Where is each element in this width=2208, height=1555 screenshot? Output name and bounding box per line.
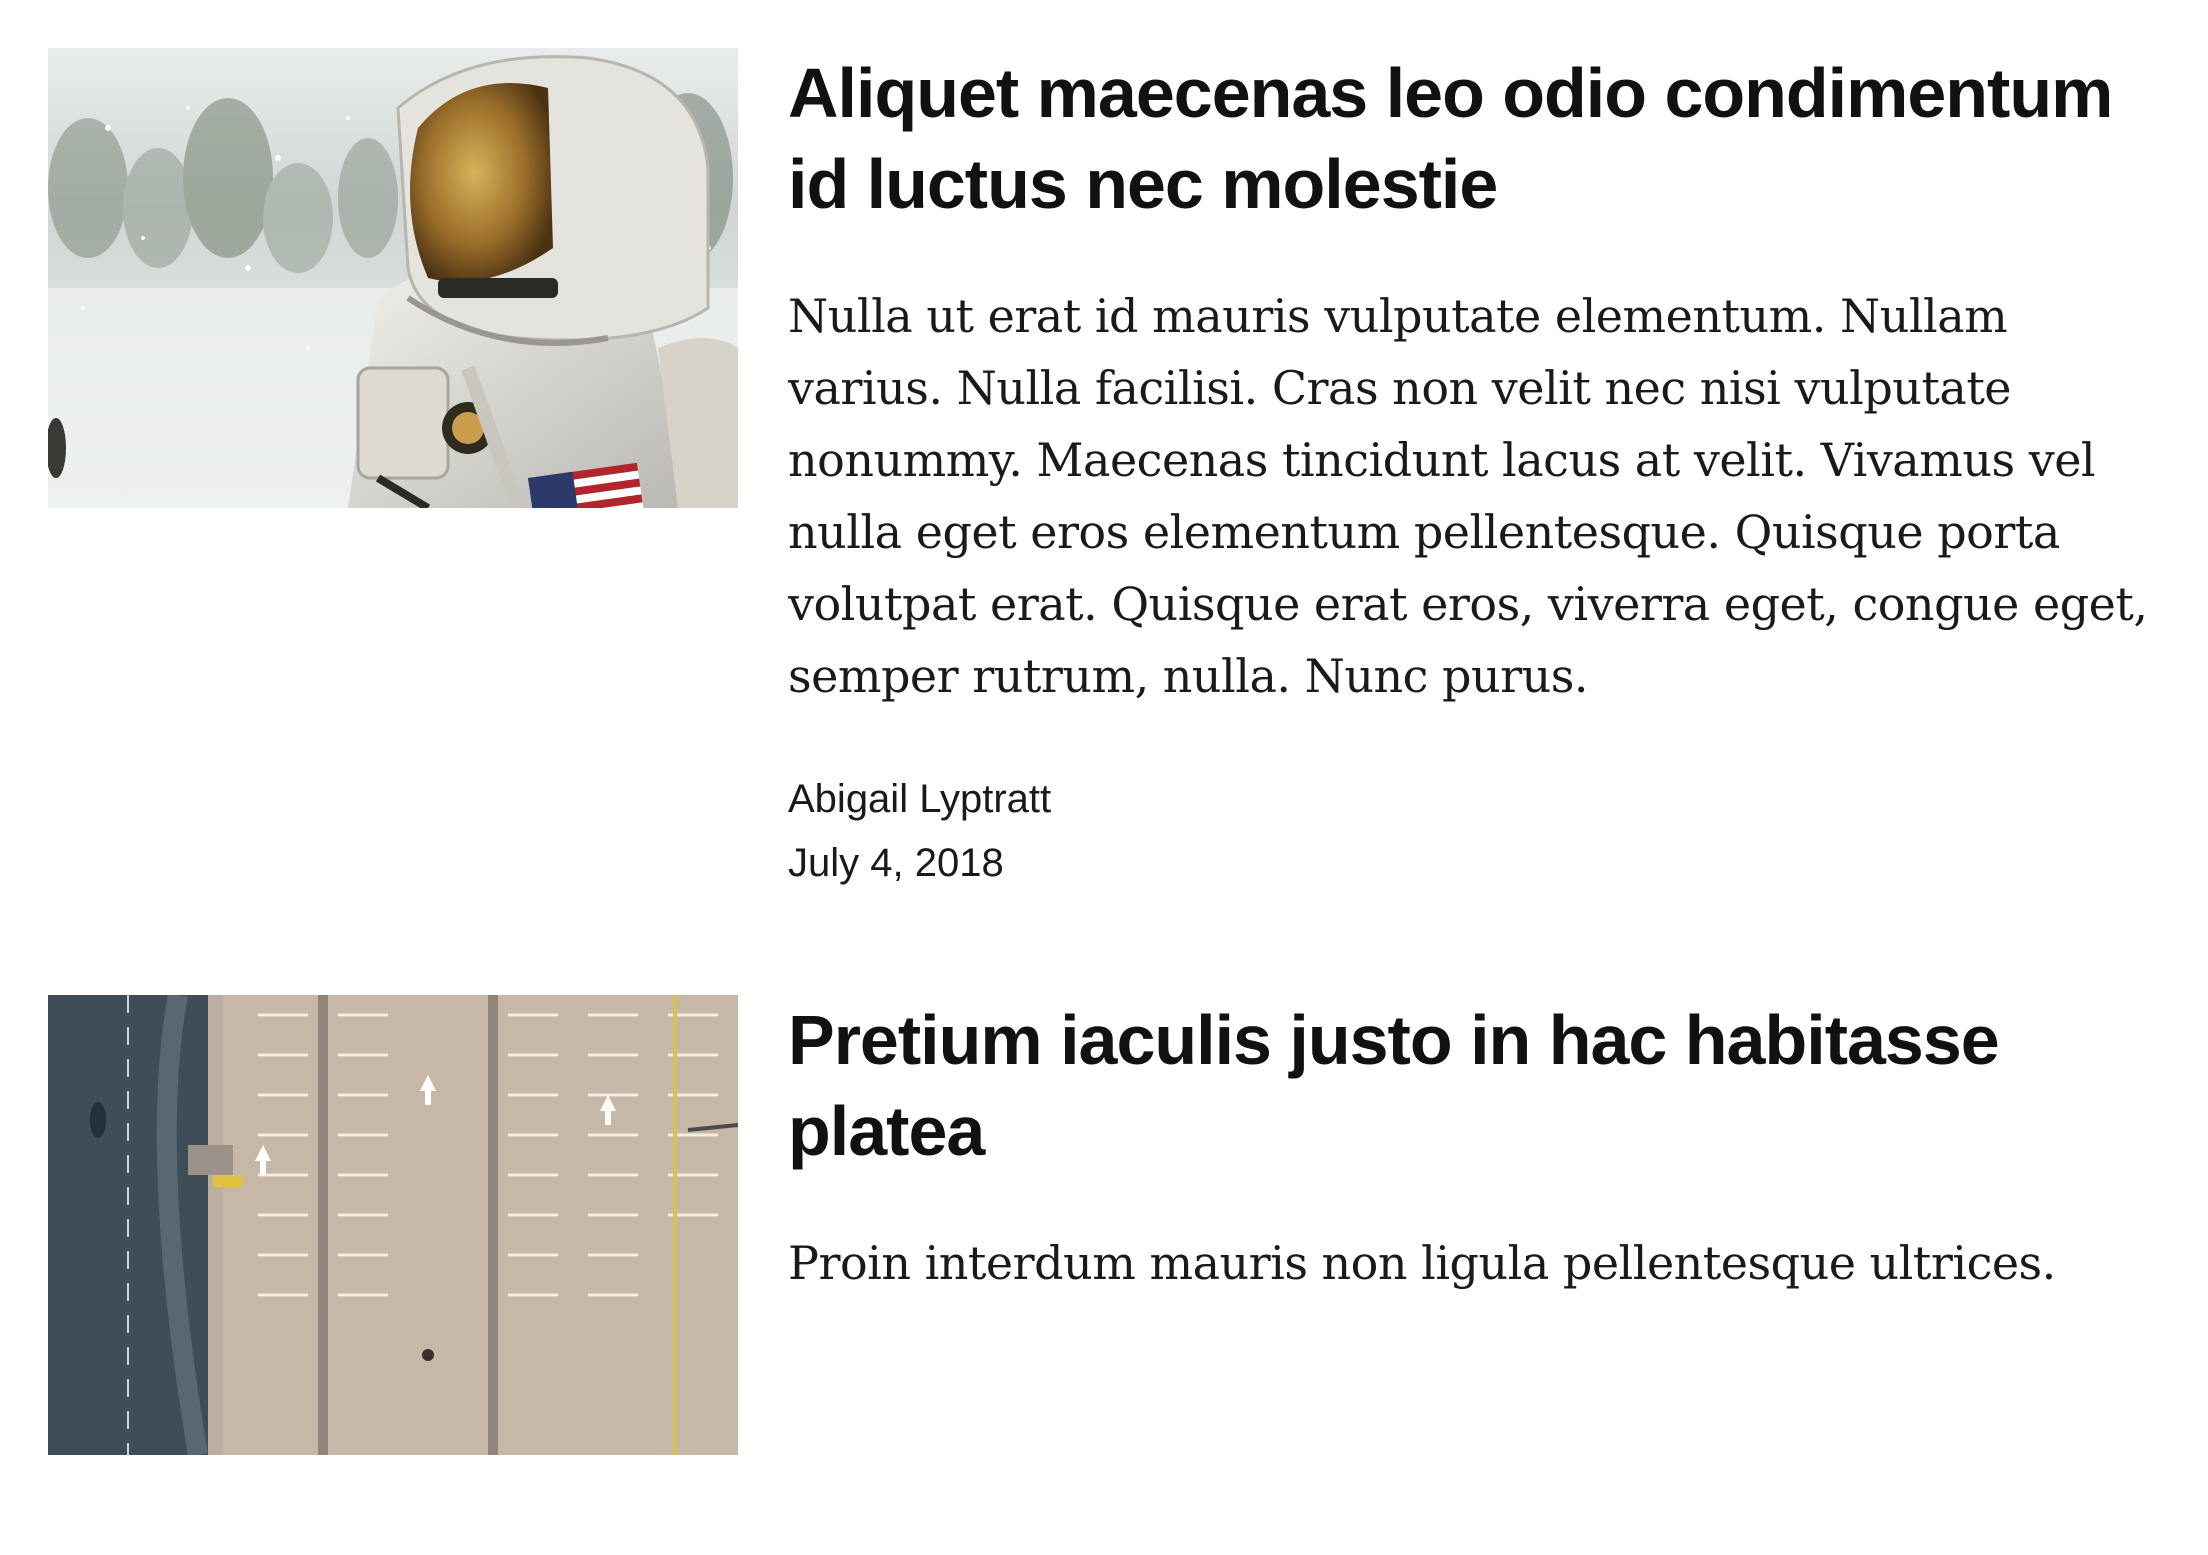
- article-author: Abigail Lyptratt: [788, 777, 1052, 821]
- article-title[interactable]: Pretium iaculis justo in hac habitasse p…: [788, 995, 2160, 1177]
- article-meta: Abigail Lyptratt July 4, 2018: [788, 767, 2160, 895]
- parking-lot-illustration: [48, 995, 738, 1455]
- parking-lot-aerial-photo-icon[interactable]: [48, 995, 738, 1455]
- article-feed: Aliquet maecenas leo odio condimentum id…: [48, 48, 2160, 1555]
- article-card[interactable]: Aliquet maecenas leo odio condimentum id…: [48, 48, 2160, 895]
- article-summary: Nulla ut erat id mauris vulputate elemen…: [788, 289, 2148, 703]
- article-summary: Proin interdum mauris non ligula pellent…: [788, 1236, 2056, 1290]
- article-title[interactable]: Aliquet maecenas leo odio condimentum id…: [788, 48, 2160, 230]
- article-content: Pretium iaculis justo in hac habitasse p…: [788, 995, 2160, 1354]
- article-card[interactable]: Pretium iaculis justo in hac habitasse p…: [48, 995, 2160, 1455]
- astronaut-photo-icon[interactable]: [48, 48, 738, 508]
- astronaut-photo-illustration: [48, 48, 738, 508]
- article-date: July 4, 2018: [788, 841, 1004, 885]
- article-content: Aliquet maecenas leo odio condimentum id…: [788, 48, 2160, 895]
